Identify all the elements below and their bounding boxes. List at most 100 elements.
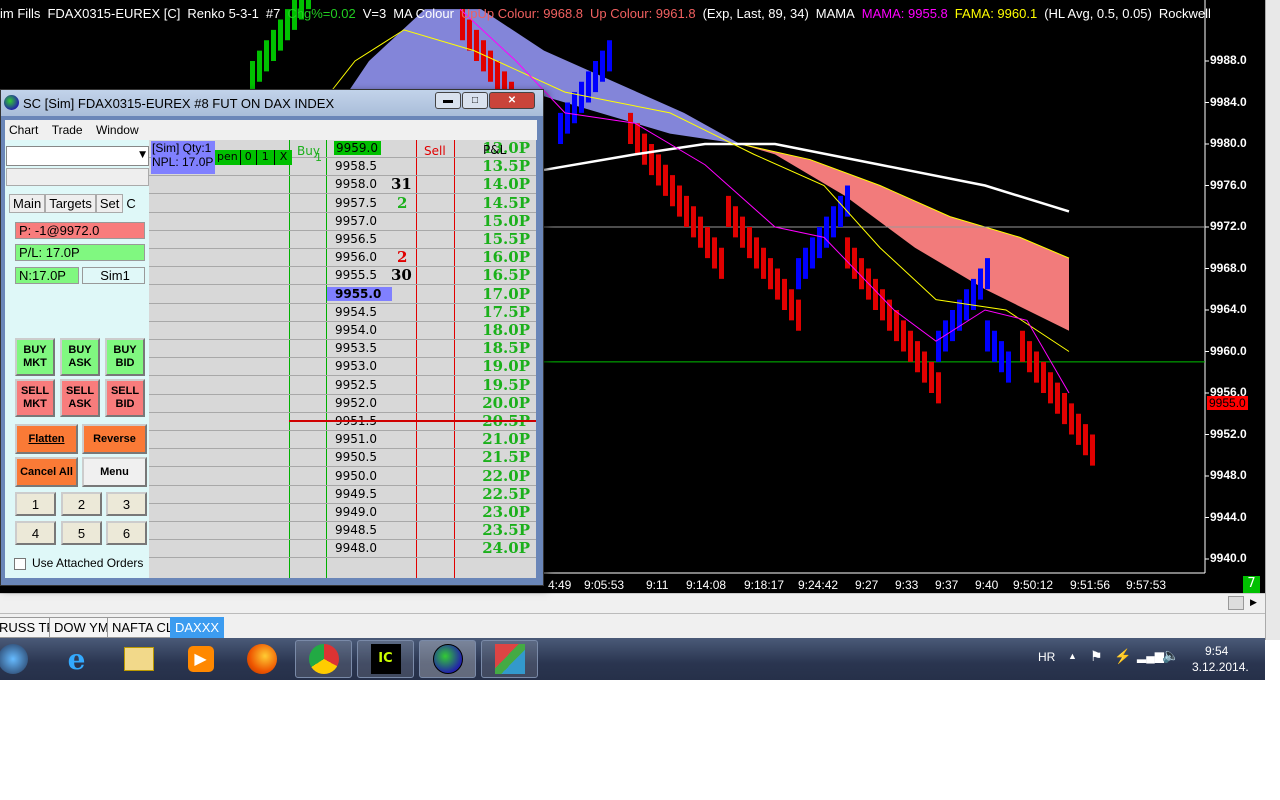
ladder-row[interactable]: 9956.5 15.5P — [149, 230, 536, 249]
chevron-down-icon: ▼ — [139, 150, 146, 160]
ladder-row[interactable]: 9950.0 22.0P — [149, 467, 536, 486]
reverse-button[interactable]: Reverse — [82, 424, 147, 454]
attached-orders-checkbox[interactable] — [14, 558, 26, 570]
tab-nafta-cl[interactable]: NAFTA CL — [107, 617, 179, 638]
scroll-right-arrow-icon[interactable]: ▶ — [1250, 598, 1257, 608]
ladder-row[interactable]: 9948.5 23.5P — [149, 521, 536, 541]
ladder-row[interactable]: 9949.0 23.0P — [149, 503, 536, 522]
sierra-chart-icon[interactable] — [419, 640, 476, 678]
sell-button-1[interactable]: SELL ASK — [60, 379, 100, 417]
account-select[interactable]: ▼ — [6, 146, 149, 166]
ladder-pnl: 14.5P — [482, 193, 530, 212]
quantity-button-3[interactable]: 3 — [106, 492, 147, 516]
dom-trading-window: SC [Sim] FDAX0315-EUREX #8 FUT ON DAX IN… — [0, 89, 544, 586]
open-orders-label[interactable]: pen — [215, 150, 241, 165]
tab-dow-ym[interactable]: DOW YM — [49, 617, 114, 638]
network-signal-icon[interactable]: ▂▄▆ — [1137, 649, 1164, 663]
panel-tabs: Main Targets Set C — [9, 194, 139, 213]
quantity-button-1[interactable]: 1 — [15, 492, 56, 516]
renko-brick — [488, 50, 493, 82]
menu-button[interactable]: Menu — [82, 457, 147, 487]
ladder-price: 9954.5 — [335, 304, 377, 319]
vertical-scrollbar[interactable] — [1265, 0, 1280, 640]
window-title-bar[interactable]: SC [Sim] FDAX0315-EUREX #8 FUT ON DAX IN… — [1, 90, 543, 116]
quantity-button-4[interactable]: 4 — [15, 521, 56, 545]
renko-brick — [670, 175, 675, 207]
ladder-row[interactable]: 9957.5 2 14.5P — [149, 193, 536, 213]
ladder-row[interactable]: 9955.5 30 16.5P — [149, 266, 536, 286]
ladder-row[interactable]: 9953.0 19.0P — [149, 357, 536, 377]
chart-horizontal-scrollbar[interactable]: ▶ — [0, 593, 1265, 613]
close-button[interactable]: ✕ — [489, 92, 535, 109]
ladder-row[interactable]: 9952.0 20.0P — [149, 394, 536, 413]
menu-trade[interactable]: Trade — [48, 120, 89, 137]
mfc-app-icon[interactable] — [481, 640, 538, 678]
renko-brick — [691, 206, 696, 238]
tab-set[interactable]: Set — [95, 194, 124, 213]
sell-button-0[interactable]: SELL MKT — [15, 379, 55, 417]
tab-main[interactable]: Main — [9, 194, 46, 213]
ladder-row[interactable]: 9954.0 18.0P — [149, 321, 536, 340]
renko-brick — [999, 341, 1004, 373]
start-button[interactable] — [0, 640, 35, 678]
investing-app-icon[interactable]: IC — [357, 640, 414, 678]
price-tick-label: 9960.0 — [1210, 343, 1247, 358]
minimize-button[interactable]: ▬ — [435, 92, 461, 109]
buy-button-1[interactable]: BUY ASK — [60, 338, 100, 376]
price-ladder[interactable]: [Sim] Qty:1 NPL: 17.0P pen 0 1 X Buy 1 Sell… — [149, 140, 536, 578]
ladder-row[interactable]: 9955.0 17.0P — [149, 285, 536, 304]
qty-1-button[interactable]: 1 — [257, 150, 275, 165]
clock-time[interactable]: 9:54 — [1205, 644, 1228, 658]
tab-c[interactable]: C — [123, 195, 139, 212]
tab-targets[interactable]: Targets — [45, 194, 96, 213]
chrome-icon[interactable] — [295, 640, 352, 678]
tab-daxxx[interactable]: DAXXX — [170, 617, 225, 638]
scroll-thumb[interactable] — [1228, 596, 1244, 610]
quantity-button-6[interactable]: 6 — [106, 521, 147, 545]
ladder-row[interactable]: 9954.5 17.5P — [149, 303, 536, 322]
media-player-icon[interactable]: ▶ — [172, 640, 229, 678]
ladder-row[interactable]: 9950.5 21.5P — [149, 448, 536, 468]
ladder-row[interactable]: 9956.0 2 16.0P — [149, 248, 536, 268]
qty-0-button[interactable]: 0 — [241, 150, 257, 165]
flatten-button[interactable]: Flatten — [15, 424, 78, 454]
ladder-price: 9956.5 — [335, 232, 377, 246]
ladder-row[interactable]: 9951.0 21.0P — [149, 430, 536, 450]
header-item: FAMA: 9960.1 — [954, 6, 1038, 21]
ladder-pnl: 18.0P — [482, 321, 530, 339]
quantity-button-5[interactable]: 5 — [61, 521, 102, 545]
clock-date[interactable]: 3.12.2014. — [1192, 660, 1249, 674]
language-indicator[interactable]: HR — [1038, 650, 1055, 664]
ladder-price: 9954.0 — [335, 323, 377, 337]
show-hidden-icons-icon[interactable]: ▲ — [1068, 651, 1077, 661]
menu-window[interactable]: Window — [92, 120, 145, 137]
quantity-button-2[interactable]: 2 — [61, 492, 102, 516]
sell-button-2[interactable]: SELL BID — [105, 379, 145, 417]
ladder-row[interactable]: 9953.5 18.5P — [149, 339, 536, 359]
ladder-market-depth: 30 — [391, 266, 412, 285]
file-explorer-icon[interactable] — [110, 640, 167, 678]
ladder-row[interactable]: 9949.5 22.5P — [149, 485, 536, 504]
ladder-row[interactable]: 9958.0 31 14.0P — [149, 175, 536, 195]
power-icon[interactable]: ⚡ — [1114, 648, 1131, 665]
action-center-flag-icon[interactable]: ⚑ — [1090, 648, 1103, 665]
renko-brick — [859, 258, 864, 290]
header-item: (Exp, Last, 89, 34) — [702, 6, 809, 21]
firefox-icon[interactable] — [233, 640, 290, 678]
ladder-row[interactable]: 9952.5 19.5P — [149, 376, 536, 395]
ladder-row[interactable]: 9948.0 24.0P — [149, 539, 536, 559]
maximize-button[interactable]: □ — [462, 92, 488, 109]
header-item: (HL Avg, 0.5, 0.05) — [1044, 6, 1152, 21]
internet-explorer-icon[interactable]: e — [48, 640, 105, 678]
windows-logo-icon — [0, 644, 28, 674]
ladder-row[interactable]: 9951.520.5P — [149, 412, 536, 431]
cancel-all-button[interactable]: Cancel All — [15, 457, 78, 487]
ladder-row[interactable]: 9957.0 15.0P — [149, 212, 536, 231]
volume-icon[interactable]: 🔈 — [1162, 647, 1179, 664]
buy-button-0[interactable]: BUY MKT — [15, 338, 55, 376]
menu-chart[interactable]: Chart — [5, 120, 44, 137]
buy-button-2[interactable]: BUY BID — [105, 338, 145, 376]
close-orders-button[interactable]: X — [275, 150, 293, 165]
npl-label: NPL: 17.0P — [152, 155, 214, 169]
renko-brick — [593, 61, 598, 93]
